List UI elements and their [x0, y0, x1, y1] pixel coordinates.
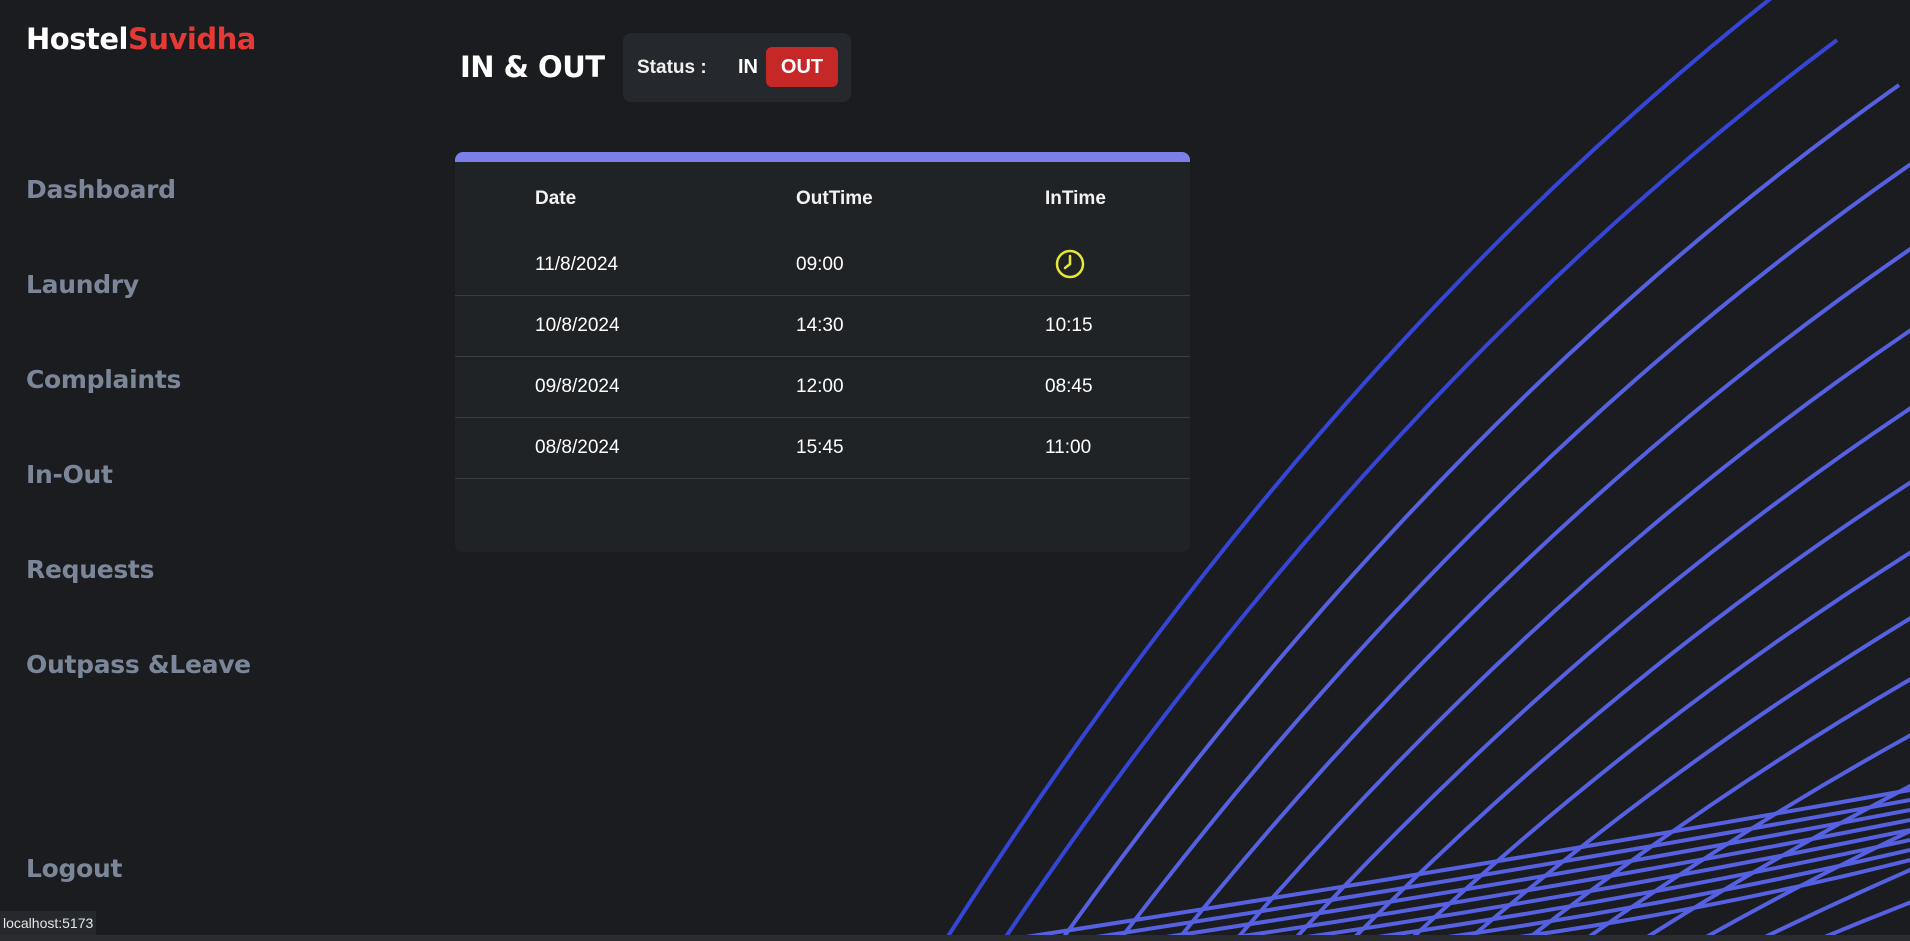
sidebar-item-in-out[interactable]: In-Out: [26, 460, 113, 489]
cell-intime: 10:15: [1045, 315, 1093, 336]
sidebar-item-complaints[interactable]: Complaints: [26, 365, 181, 394]
brand-name-part2: Suvidha: [127, 22, 256, 56]
cell-date: 11/8/2024: [535, 254, 619, 275]
cell-date: 09/8/2024: [535, 376, 620, 397]
sidebar: HostelSuvidha Dashboard Laundry Complain…: [0, 0, 400, 941]
brand-name-part1: Hostel: [26, 22, 128, 56]
cell-outtime: 14:30: [796, 315, 844, 336]
status-toggle: Status : IN OUT: [623, 33, 851, 102]
column-header-outtime: OutTime: [796, 188, 873, 209]
window-bottom-edge: [0, 935, 1910, 941]
cell-intime: 11:00: [1045, 437, 1092, 458]
in-out-table: Date OutTime InTime 11/8/2024 09:00 10/8/2…: [455, 152, 1190, 552]
sidebar-item-laundry[interactable]: Laundry: [26, 270, 139, 299]
cell-intime: 08:45: [1045, 376, 1093, 397]
brand-logo[interactable]: HostelSuvidha: [26, 22, 256, 56]
column-header-date: Date: [535, 188, 577, 209]
cell-date: 10/8/2024: [535, 315, 620, 336]
table-row: 08/8/2024 15:45 11:00: [455, 417, 1190, 479]
cell-outtime: 12:00: [796, 376, 844, 397]
browser-status-url: localhost:5173: [0, 911, 97, 935]
sidebar-item-outpass-leave[interactable]: Outpass &Leave: [26, 650, 251, 679]
status-label: Status :: [637, 57, 707, 78]
status-in-button[interactable]: IN: [727, 48, 769, 86]
app-root: HostelSuvidha Dashboard Laundry Complain…: [0, 0, 1910, 941]
table-row: 09/8/2024 12:00 08:45: [455, 356, 1190, 418]
sidebar-item-dashboard[interactable]: Dashboard: [26, 175, 176, 204]
clock-icon[interactable]: [1054, 248, 1086, 280]
card-accent-bar: [455, 152, 1190, 162]
page-title: IN & OUT: [460, 50, 605, 84]
cell-outtime: 09:00: [796, 254, 844, 275]
sidebar-item-requests[interactable]: Requests: [26, 555, 154, 584]
status-out-button[interactable]: OUT: [766, 47, 838, 87]
table-row: 11/8/2024 09:00: [455, 234, 1190, 296]
table-row: 10/8/2024 14:30 10:15: [455, 295, 1190, 357]
column-header-intime: InTime: [1045, 188, 1106, 209]
cell-outtime: 15:45: [796, 437, 844, 458]
logout-button[interactable]: Logout: [26, 854, 122, 883]
cell-date: 08/8/2024: [535, 437, 620, 458]
